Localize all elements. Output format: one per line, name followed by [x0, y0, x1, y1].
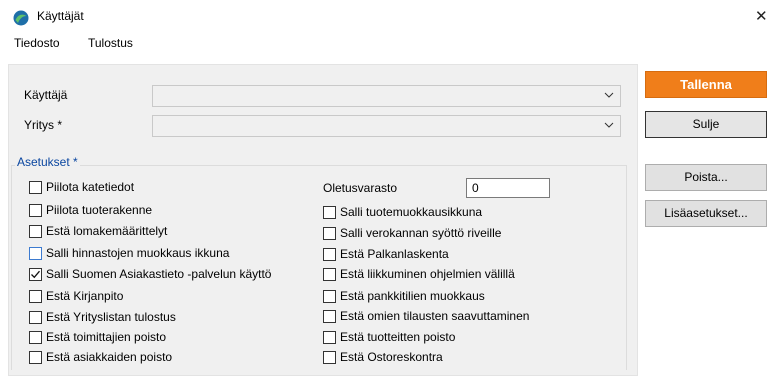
checkbox-row[interactable]: Estä pankkitilien muokkaus — [323, 287, 485, 305]
checkbox-label: Estä Ostoreskontra — [340, 350, 443, 364]
checkbox-row[interactable]: Estä asiakkaiden poisto — [29, 348, 172, 366]
warehouse-label: Oletusvarasto — [323, 181, 398, 195]
checkbox-row[interactable]: Estä Palkanlaskenta — [323, 245, 449, 263]
checkbox[interactable] — [323, 330, 336, 344]
checkbox[interactable] — [29, 246, 42, 260]
checkbox-row[interactable]: Salli tuotemuokkausikkuna — [323, 203, 482, 221]
checkbox-row[interactable]: Piilota katetiedot — [29, 178, 134, 196]
checkbox-row[interactable]: Salli hinnastojen muokkaus ikkuna — [29, 244, 229, 262]
checkbox-label: Estä lomakemäärittelyt — [46, 224, 168, 238]
checkbox[interactable] — [29, 224, 42, 238]
checkbox-row[interactable]: Estä tuotteitten poisto — [323, 328, 455, 346]
checkbox[interactable] — [323, 247, 336, 261]
checkbox[interactable] — [29, 330, 42, 344]
checkbox-checked[interactable] — [29, 267, 42, 281]
warehouse-input[interactable]: 0 — [466, 178, 550, 198]
checkbox[interactable] — [323, 205, 336, 219]
checkbox[interactable] — [29, 310, 42, 324]
window-title: Käyttäjät — [37, 9, 84, 23]
checkbox[interactable] — [323, 267, 336, 281]
checkbox[interactable] — [323, 350, 336, 364]
checkbox-row[interactable]: Salli Suomen Asiakastieto -palvelun käyt… — [29, 265, 271, 283]
delete-button[interactable]: Poista... — [645, 164, 767, 191]
checkbox-label: Estä omien tilausten saavuttaminen — [340, 309, 530, 323]
menu-tiedosto[interactable]: Tiedosto — [14, 36, 60, 50]
checkbox[interactable] — [29, 203, 42, 217]
checkbox-label: Estä asiakkaiden poisto — [46, 350, 173, 364]
checkbox-label: Estä Yrityslistan tulostus — [46, 310, 176, 324]
more-settings-button[interactable]: Lisäasetukset... — [645, 200, 767, 227]
checkbox[interactable] — [323, 289, 336, 303]
checkbox-row[interactable]: Estä lomakemäärittelyt — [29, 222, 167, 240]
company-select[interactable] — [152, 115, 621, 137]
user-select[interactable] — [152, 85, 621, 107]
checkbox-row[interactable]: Estä liikkuminen ohjelmien välillä — [323, 265, 515, 283]
chevron-down-icon — [604, 92, 614, 98]
close-button[interactable]: Sulje — [645, 111, 767, 138]
title-bar — [0, 0, 776, 32]
checkbox-row[interactable]: Estä Kirjanpito — [29, 287, 123, 305]
checkbox-label: Piilota katetiedot — [46, 180, 135, 194]
close-window-icon[interactable]: ✕ — [755, 7, 768, 25]
checkbox-row[interactable]: Estä Ostoreskontra — [323, 348, 443, 366]
checkbox-label: Salli verokannan syöttö riveille — [340, 226, 502, 240]
checkbox-label: Estä tuotteitten poisto — [340, 330, 456, 344]
checkbox-row[interactable]: Estä Yrityslistan tulostus — [29, 308, 176, 326]
checkbox-row[interactable]: Piilota tuoterakenne — [29, 201, 152, 219]
menu-tulostus[interactable]: Tulostus — [88, 36, 133, 50]
save-button[interactable]: Tallenna — [645, 71, 767, 98]
checkbox-row[interactable]: Estä omien tilausten saavuttaminen — [323, 307, 529, 325]
checkbox-label: Salli Suomen Asiakastieto -palvelun käyt… — [46, 267, 272, 281]
checkbox[interactable] — [29, 289, 42, 303]
checkmark-icon — [31, 270, 40, 278]
checkbox-label: Estä Palkanlaskenta — [340, 247, 449, 261]
checkbox[interactable] — [323, 309, 336, 323]
checkbox[interactable] — [29, 350, 42, 364]
checkbox-label: Estä pankkitilien muokkaus — [340, 289, 485, 303]
checkbox-label: Salli hinnastojen muokkaus ikkuna — [46, 246, 230, 260]
checkbox-label: Estä liikkuminen ohjelmien välillä — [340, 267, 515, 281]
checkbox-label: Estä Kirjanpito — [46, 289, 124, 303]
app-logo-icon — [13, 10, 29, 26]
company-label: Yritys * — [24, 118, 63, 132]
checkbox[interactable] — [323, 226, 336, 240]
checkbox-label: Estä toimittajien poisto — [46, 330, 167, 344]
checkbox-label: Salli tuotemuokkausikkuna — [340, 205, 483, 219]
checkbox-row[interactable]: Salli verokannan syöttö riveille — [323, 224, 501, 242]
checkbox-label: Piilota tuoterakenne — [46, 203, 153, 217]
checkbox[interactable] — [29, 180, 42, 194]
user-label: Käyttäjä — [24, 88, 68, 102]
settings-legend: Asetukset * — [15, 155, 80, 169]
checkbox-row[interactable]: Estä toimittajien poisto — [29, 328, 166, 346]
chevron-down-icon — [604, 122, 614, 128]
